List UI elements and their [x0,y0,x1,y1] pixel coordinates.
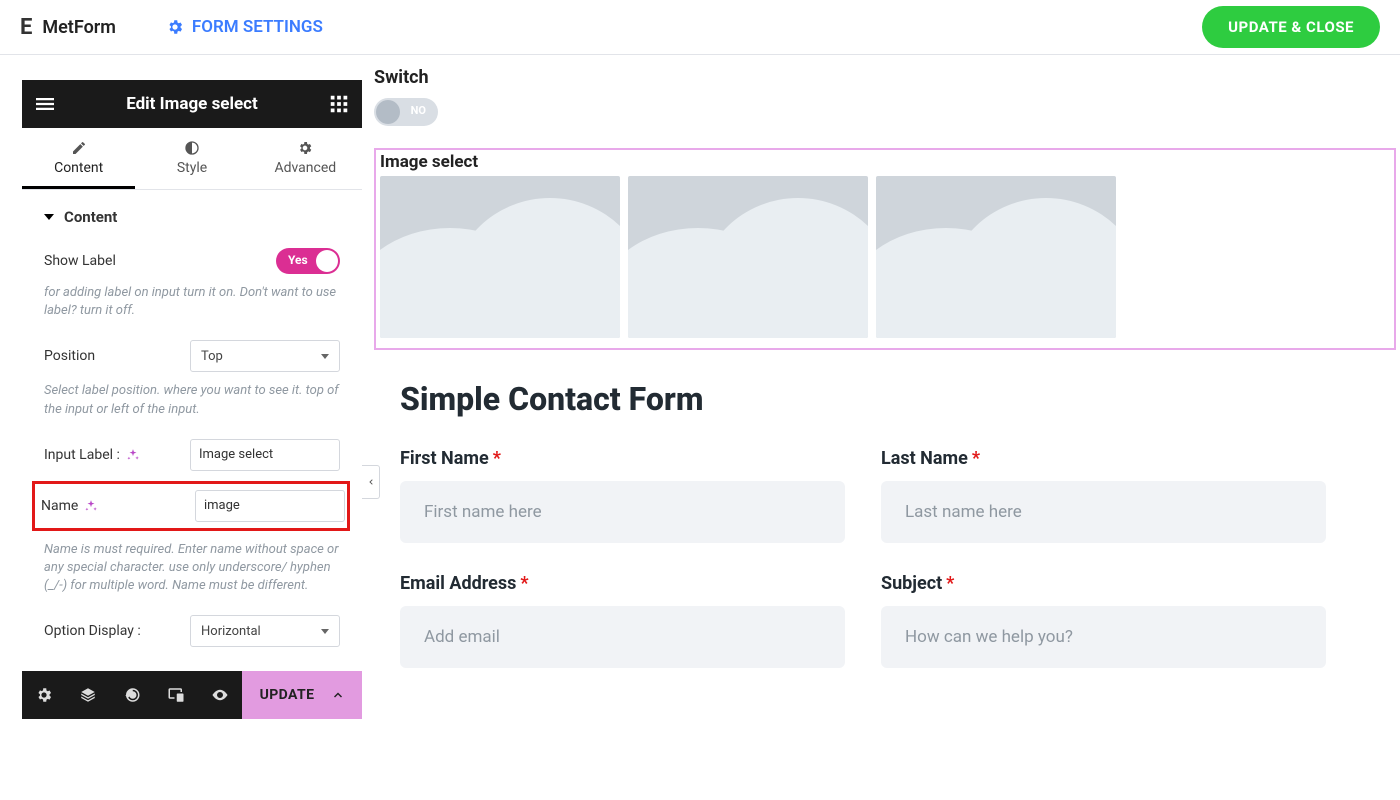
eye-icon [211,686,229,704]
image-select-label: Image select [380,152,1386,172]
position-label: Position [44,348,95,364]
pencil-icon [71,140,87,156]
app-topbar: E MetForm FORM SETTINGS UPDATE & CLOSE [0,0,1400,55]
switch-widget-toggle[interactable]: NO [374,98,438,126]
section-content-toggle[interactable]: Content [44,208,340,226]
form-settings-label: FORM SETTINGS [192,17,323,37]
panel-title: Edit Image select [126,94,258,114]
canvas: Switch NO Image select Simple Contact Fo… [362,55,1400,719]
footer-navigator[interactable] [66,671,110,719]
option-display-value: Horizontal [201,624,261,639]
required-icon: * [946,573,954,594]
position-value: Top [201,349,223,364]
panel-footer: UPDATE [22,671,362,719]
gear-icon [166,18,184,36]
history-icon [123,686,141,704]
field-last-name: Last Name* [881,448,1326,543]
required-icon: * [520,573,528,594]
gear-icon [35,686,53,704]
section-content-label: Content [64,208,117,226]
toggle-knob [316,250,338,272]
name-highlight: Name [32,481,350,531]
devices-icon [167,686,185,704]
tab-content-label: Content [54,160,103,176]
position-help: Select label position. where you want to… [44,382,340,418]
caret-down-icon [44,214,54,220]
image-option-3[interactable] [876,176,1116,338]
footer-preview[interactable] [198,671,242,719]
field-subject: Subject* [881,573,1326,668]
position-select[interactable]: Top [190,340,340,372]
chevron-down-icon [321,629,329,634]
input-label-field[interactable] [190,439,340,471]
option-display-select[interactable]: Horizontal [190,615,340,647]
chevron-up-icon [332,689,344,701]
subject-label: Subject [881,573,942,594]
name-help: Name is must required. Enter name withou… [44,541,340,596]
field-email: Email Address* [400,573,845,668]
name-label: Name [41,498,98,514]
toggle-yes-text: Yes [288,253,308,267]
required-icon: * [493,448,501,469]
widget-grid-icon[interactable] [330,95,348,113]
panel-header: Edit Image select [22,80,362,128]
sparkle-icon [126,448,140,462]
tab-content[interactable]: Content [22,128,135,189]
sparkle-icon [84,499,98,513]
form-title: Simple Contact Form [400,380,1326,418]
footer-settings[interactable] [22,671,66,719]
field-first-name: First Name* [400,448,845,543]
footer-responsive[interactable] [154,671,198,719]
image-option-1[interactable] [380,176,620,338]
required-icon: * [972,448,980,469]
half-circle-icon [184,140,200,156]
tab-style[interactable]: Style [135,128,248,189]
form-preview: Simple Contact Form First Name* Last Nam… [374,350,1354,668]
tab-advanced[interactable]: Advanced [249,128,362,189]
name-field[interactable] [195,490,345,522]
option-display-label: Option Display : [44,623,141,639]
panel-tabs: Content Style Advanced [22,128,362,190]
last-name-label: Last Name [881,448,968,469]
email-input[interactable] [400,606,845,668]
show-label-label: Show Label [44,253,116,269]
input-label-label: Input Label : [44,447,140,463]
first-name-label: First Name [400,448,489,469]
footer-update-label: UPDATE [260,687,315,703]
switch-off-text: NO [411,104,426,117]
elementor-logo-icon: E [20,15,32,40]
switch-widget-label: Switch [374,67,1400,88]
show-label-toggle[interactable]: Yes [276,248,340,274]
footer-history[interactable] [110,671,154,719]
gear-icon [297,140,313,156]
panel-collapse-handle[interactable] [362,465,380,499]
tab-style-label: Style [177,160,207,176]
chevron-down-icon [321,354,329,359]
last-name-input[interactable] [881,481,1326,543]
show-label-help: for adding label on input turn it on. Do… [44,284,340,320]
switch-knob [376,100,400,124]
image-option-2[interactable] [628,176,868,338]
form-settings-button[interactable]: FORM SETTINGS [166,17,323,37]
footer-update-button[interactable]: UPDATE [242,671,362,719]
subject-input[interactable] [881,606,1326,668]
update-close-button[interactable]: UPDATE & CLOSE [1202,6,1380,48]
editor-panel: Edit Image select Content Style Advanced [0,55,362,719]
tab-advanced-label: Advanced [274,160,336,176]
hamburger-icon[interactable] [36,95,54,113]
brand-name: MetForm [42,17,116,38]
first-name-input[interactable] [400,481,845,543]
image-select-widget[interactable]: Image select [374,148,1396,350]
layers-icon [79,686,97,704]
email-label: Email Address [400,573,516,594]
chevron-left-icon [367,477,375,487]
